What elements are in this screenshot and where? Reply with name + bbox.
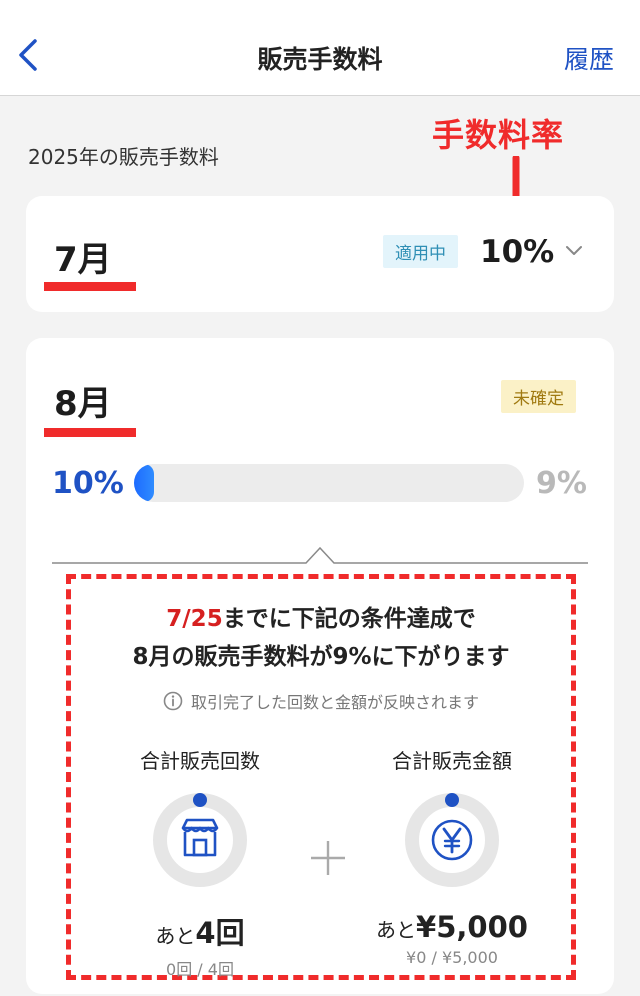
condition-panel: 7/25までに下記の条件達成で 8月の販売手数料が9%に下がります 取引完了した… bbox=[66, 574, 576, 980]
condition-line-2: 8月の販売手数料が9%に下がります bbox=[132, 644, 510, 670]
rate-progress-bar bbox=[134, 464, 524, 502]
count-progress-text: 0回 / 4回 bbox=[166, 960, 234, 979]
month-label: 8月 bbox=[54, 384, 112, 424]
progress-rate-target: 9% bbox=[536, 466, 587, 501]
august-fee-card: 8月 未確定 10% 9% 7/25までに下記の条件達成で 8月の販売手数料が9… bbox=[26, 338, 614, 994]
status-badge-applied: 適用中 bbox=[383, 235, 458, 268]
count-remaining: あと4回 bbox=[155, 916, 245, 950]
sales-count-metric: 合計販売回数 あと4回 0回 / 4回 bbox=[95, 745, 305, 980]
sales-amount-metric: 合計販売金額 あと¥5,000 ¥0 / ¥5,000 bbox=[347, 745, 557, 967]
amount-progress-text: ¥0 / ¥5,000 bbox=[406, 948, 498, 967]
rate-progress-fill bbox=[134, 464, 154, 502]
deadline-date: 7/25 bbox=[166, 606, 223, 632]
page-title: 販売手数料 bbox=[257, 45, 383, 74]
status-badge-unconfirmed: 未確定 bbox=[501, 380, 576, 413]
amount-remaining: あと¥5,000 bbox=[376, 910, 528, 944]
annotation-rate-label: 手数料率 bbox=[432, 116, 565, 154]
chevron-down-icon[interactable] bbox=[564, 244, 584, 258]
amount-progress-ring bbox=[404, 792, 500, 888]
metric-title: 合計販売金額 bbox=[392, 749, 512, 773]
yen-coin-icon bbox=[431, 819, 473, 861]
current-rate: 10% bbox=[480, 234, 555, 270]
annotation-underline bbox=[44, 428, 136, 437]
metric-title: 合計販売回数 bbox=[140, 749, 260, 773]
divider-pointer bbox=[52, 546, 588, 564]
year-label: 2025年の販売手数料 bbox=[28, 145, 219, 169]
info-icon bbox=[163, 691, 183, 711]
condition-note: 取引完了した回数と金額が反映されます bbox=[71, 689, 571, 713]
plus-icon bbox=[311, 841, 345, 875]
progress-rate-current: 10% bbox=[52, 466, 124, 501]
history-link[interactable]: 履歴 bbox=[564, 40, 614, 76]
condition-line-1: 7/25までに下記の条件達成で bbox=[166, 606, 476, 632]
july-fee-card[interactable]: 7月 適用中 10% bbox=[26, 196, 614, 312]
nav-header: 販売手数料 履歴 bbox=[0, 0, 640, 96]
count-progress-ring bbox=[152, 792, 248, 888]
store-icon bbox=[181, 818, 219, 857]
annotation-underline bbox=[44, 282, 136, 291]
month-label: 7月 bbox=[54, 240, 112, 280]
